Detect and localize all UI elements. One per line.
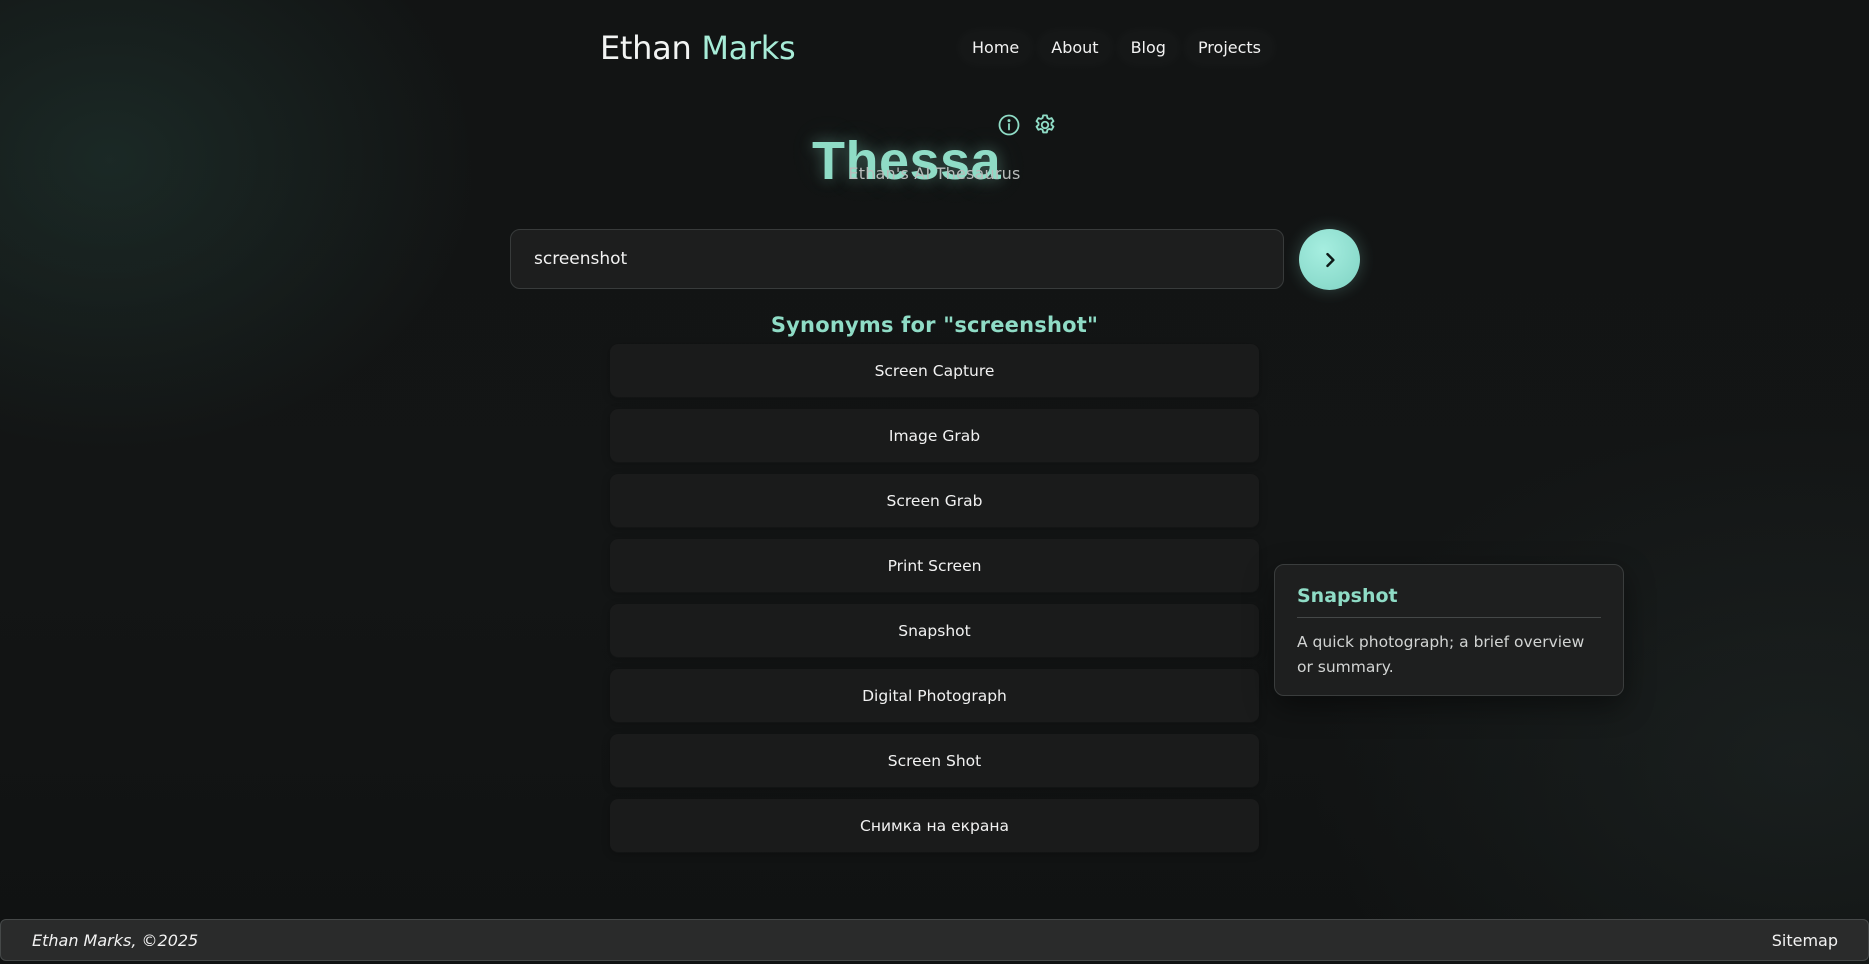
main-nav: Home About Blog Projects	[960, 32, 1273, 63]
app-subtitle: Ethan's AI Thesaurus	[848, 164, 1021, 183]
gear-icon	[1035, 114, 1055, 134]
brand-last-name: Marks	[701, 29, 796, 67]
site-header: Ethan Marks Home About Blog Projects	[0, 0, 1869, 96]
synonym-item[interactable]: Снимка на екрана	[610, 799, 1259, 852]
brand-first-name: Ethan	[600, 29, 692, 67]
synonym-item[interactable]: Screen Grab	[610, 474, 1259, 527]
synonym-item[interactable]: Image Grab	[610, 409, 1259, 462]
definition-text: A quick photograph; a brief overview or …	[1297, 633, 1585, 676]
search-input[interactable]	[510, 229, 1284, 289]
definition-title: Snapshot	[1297, 585, 1601, 618]
sitemap-link[interactable]: Sitemap	[1772, 931, 1838, 950]
synonym-list: Screen Capture Image Grab Screen Grab Pr…	[610, 344, 1259, 864]
search-submit-button[interactable]	[1299, 229, 1360, 290]
definition-tooltip: Snapshot A quick photograph; a brief ove…	[1274, 564, 1624, 696]
nav-projects[interactable]: Projects	[1186, 32, 1273, 63]
synonym-item[interactable]: Print Screen	[610, 539, 1259, 592]
nav-about[interactable]: About	[1039, 32, 1110, 63]
app-title: Thessa	[812, 131, 1002, 192]
copyright-text: Ethan Marks, ©2025	[32, 931, 199, 950]
site-brand[interactable]: Ethan Marks	[600, 28, 796, 68]
results-heading: Synonyms for "screenshot"	[770, 313, 1099, 338]
synonym-item[interactable]: Screen Shot	[610, 734, 1259, 787]
nav-home[interactable]: Home	[960, 32, 1031, 63]
synonym-item[interactable]: Screen Capture	[610, 344, 1259, 397]
info-button[interactable]	[996, 112, 1022, 138]
nav-blog[interactable]: Blog	[1119, 32, 1178, 63]
chevron-right-icon	[1325, 252, 1335, 267]
synonym-item[interactable]: Digital Photograph	[610, 669, 1259, 722]
hero-title-row: Thessa	[0, 92, 1869, 191]
site-footer: Ethan Marks, ©2025 Sitemap	[0, 919, 1869, 961]
info-circle-icon	[998, 114, 1020, 136]
settings-button[interactable]	[1032, 112, 1058, 138]
synonym-item[interactable]: Snapshot	[610, 604, 1259, 657]
